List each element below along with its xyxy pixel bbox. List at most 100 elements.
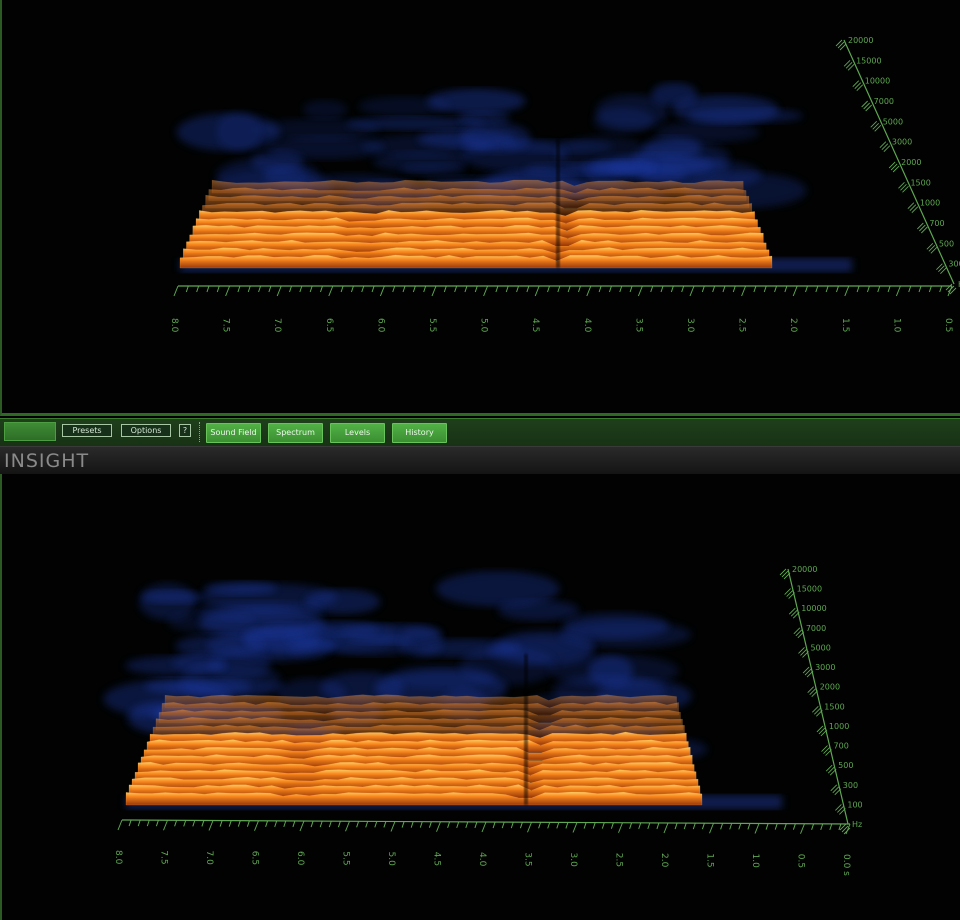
time-axis-label: 5.0 <box>386 852 396 867</box>
time-axis-tick <box>908 285 912 293</box>
time-axis-tick <box>516 285 520 293</box>
frequency-axis-label: 700 <box>834 742 849 751</box>
time-axis-tick <box>547 822 551 829</box>
frequency-axis-label: 300 <box>948 260 960 269</box>
tab-spectrum[interactable]: Spectrum <box>268 423 323 443</box>
frequency-axis-label: Hz <box>852 820 862 829</box>
time-axis-tick <box>637 285 643 297</box>
time-axis-tick <box>483 285 489 297</box>
time-axis-tick <box>939 285 943 293</box>
time-axis-tick <box>219 820 223 827</box>
time-axis-tick <box>519 822 523 829</box>
time-axis-tick <box>701 285 705 293</box>
time-axis-tick <box>163 820 168 831</box>
time-axis-tick <box>619 285 623 293</box>
time-axis-tick <box>216 285 220 293</box>
time-axis-tick <box>454 285 458 293</box>
time-axis-tick <box>228 820 232 827</box>
frequency-axis-label: 20000 <box>792 565 817 574</box>
time-axis-tick <box>254 820 259 831</box>
time-axis-tick <box>371 285 375 293</box>
time-axis-tick <box>656 822 660 830</box>
help-button[interactable]: ? <box>179 424 191 437</box>
frequency-axis-label: 15000 <box>797 585 822 594</box>
time-axis-label: 3.0 <box>685 318 695 333</box>
time-axis-tick <box>811 823 815 830</box>
time-axis-tick <box>928 285 932 293</box>
time-axis-tick <box>196 285 200 293</box>
presets-button[interactable]: Presets <box>62 424 112 437</box>
time-axis-tick <box>805 285 808 293</box>
time-axis-tick <box>598 285 602 293</box>
time-axis-tick <box>423 285 427 293</box>
time-axis-tick <box>481 821 487 833</box>
time-axis-tick <box>201 820 205 827</box>
time-axis-tick <box>820 823 824 831</box>
time-axis-tick <box>681 285 685 293</box>
time-axis-tick <box>670 285 674 293</box>
tab-levels[interactable]: Levels <box>330 423 385 443</box>
time-axis-tick <box>608 285 612 293</box>
time-axis-tick <box>174 820 178 827</box>
time-axis-tick <box>557 285 561 293</box>
time-axis-tick <box>328 820 332 828</box>
time-axis-tick <box>206 285 210 293</box>
options-button[interactable]: Options <box>121 424 171 437</box>
time-axis-tick <box>401 821 405 828</box>
time-axis-tick <box>474 821 478 829</box>
time-axis-label: 0.0 s <box>841 854 851 876</box>
time-axis-label: 2.0 <box>659 853 669 868</box>
time-axis-tick <box>117 819 123 831</box>
time-axis-tick <box>185 285 189 293</box>
time-axis-tick <box>567 285 571 293</box>
frequency-axis-label: 300 <box>843 781 858 790</box>
time-axis-tick <box>340 285 344 293</box>
time-axis-tick <box>289 285 292 293</box>
time-axis-tick <box>709 823 714 834</box>
time-axis-tick <box>443 285 447 293</box>
time-axis-tick <box>753 285 757 293</box>
time-axis-tick <box>428 821 432 828</box>
frequency-axis: 20000 15000 10000 7000 5000 3000 2000 1500 1000 7… <box>835 36 960 295</box>
time-axis-tick <box>829 823 833 831</box>
time-axis-tick <box>268 285 272 293</box>
time-axis-label: 6.5 <box>324 318 334 332</box>
time-axis-tick <box>283 820 287 828</box>
frequency-axis-label: 3000 <box>892 138 912 147</box>
tab-history[interactable]: History <box>392 423 447 443</box>
time-axis-tick <box>650 285 654 293</box>
time-axis-tick <box>299 285 303 293</box>
time-axis-tick <box>784 285 788 293</box>
time-axis-tick <box>565 822 569 829</box>
spectrogram-history-bottom: 8.0 7.5 7.0 6.5 6.0 5.5 5.0 4.5 4.0 3.5 3.0 2.5 2.0 1… <box>0 474 960 920</box>
time-axis-label: 3.0 <box>568 853 578 868</box>
time-axis-tick <box>464 285 468 293</box>
time-axis-tick <box>495 285 499 293</box>
time-axis-label: 8.0 <box>113 850 123 865</box>
time-axis-label: 7.5 <box>159 850 169 864</box>
time-axis-label: 2.5 <box>614 853 624 867</box>
time-axis-tick <box>237 285 241 293</box>
time-axis-tick <box>492 821 496 829</box>
frequency-axis-label: 10000 <box>801 604 826 613</box>
time-axis-label: 4.5 <box>530 318 540 332</box>
time-axis-tick <box>738 823 742 830</box>
frequency-axis-label: 5000 <box>810 643 830 652</box>
time-axis-tick <box>741 285 747 297</box>
frequency-axis-label: 500 <box>939 239 954 248</box>
time-axis-tick <box>247 285 251 293</box>
time-axis-tick <box>146 819 150 827</box>
time-axis-tick <box>265 820 269 827</box>
spectrogram-3d-plot: 8.0 7.5 7.0 6.5 6.0 5.5 5.0 4.5 4.0 3.5 3.0 2.5 2.0 1… <box>169 36 960 333</box>
time-axis-label: 3.5 <box>633 318 643 332</box>
spectrogram-history-top: 8.0 7.5 7.0 6.5 6.0 5.5 5.0 4.5 4.0 3.5 3.0 2.5 2.0 1… <box>0 0 960 416</box>
time-axis-label: 0.5 <box>796 854 806 868</box>
time-axis-tick <box>578 285 581 293</box>
time-axis-tick <box>754 823 760 834</box>
time-axis-tick <box>763 285 767 293</box>
time-axis-tick <box>683 822 687 830</box>
time-axis-tick <box>419 821 423 828</box>
time-axis-tick <box>701 823 705 830</box>
frequency-axis-label: 20000 <box>848 36 873 45</box>
tab-sound-field[interactable]: Sound Field <box>206 423 261 443</box>
